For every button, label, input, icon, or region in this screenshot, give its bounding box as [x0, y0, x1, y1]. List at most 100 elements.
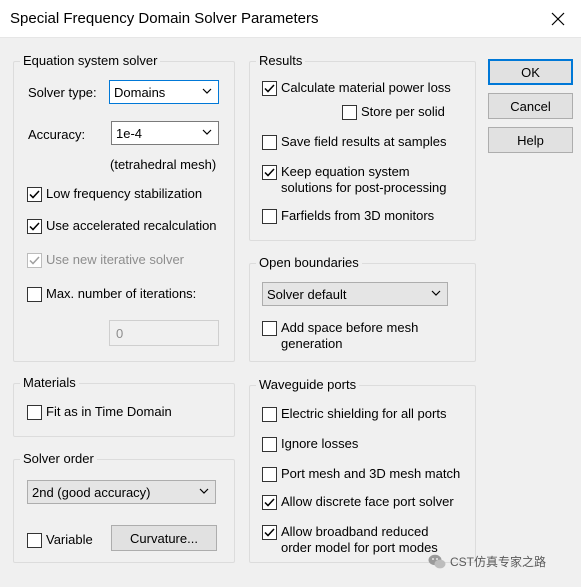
- port-mesh-label: Port mesh and 3D mesh match: [281, 466, 461, 481]
- checkbox-box[interactable]: [262, 437, 277, 452]
- iterative-solver-label: Use new iterative solver: [46, 252, 184, 267]
- help-button-label: Help: [517, 132, 544, 148]
- results-title: Results: [256, 53, 306, 68]
- accuracy-value: 1e-4: [116, 125, 143, 141]
- checkbox-box[interactable]: [262, 81, 277, 96]
- checkmark-icon: [264, 498, 275, 507]
- checkmark-icon: [264, 84, 275, 93]
- chevron-down-icon: [202, 129, 212, 135]
- farfields-label: Farfields from 3D monitors: [281, 208, 435, 223]
- max-iterations-value: 0: [116, 325, 124, 341]
- add-space-line-1: Add space before mesh: [281, 320, 419, 335]
- checkbox-box[interactable]: [27, 405, 42, 420]
- power-loss-checkbox[interactable]: Calculate material power loss: [262, 80, 451, 96]
- checkbox-box[interactable]: [27, 287, 42, 302]
- checkmark-icon: [264, 168, 275, 177]
- checkbox-box[interactable]: [262, 135, 277, 150]
- low-frequency-label: Low frequency stabilization: [46, 186, 203, 201]
- add-space-label: Add space before mesh generation: [281, 320, 418, 352]
- solver-type-select[interactable]: Domains: [109, 80, 219, 104]
- equation-solver-group: Equation system solver: [13, 53, 235, 362]
- checkmark-icon: [29, 256, 40, 265]
- accuracy-label: Accuracy:: [28, 127, 86, 142]
- checkmark-icon: [264, 528, 275, 537]
- open-boundaries-title: Open boundaries: [256, 255, 362, 270]
- materials-title: Materials: [20, 375, 79, 390]
- cancel-button-label: Cancel: [510, 98, 551, 114]
- solver-type-label: Solver type:: [28, 85, 97, 100]
- broadband-line-2: order model for port modes: [281, 540, 438, 555]
- fit-time-domain-label: Fit as in Time Domain: [46, 404, 172, 419]
- checkbox-box[interactable]: [27, 187, 42, 202]
- title-bar: Special Frequency Domain Solver Paramete…: [0, 0, 581, 38]
- max-iterations-input: 0: [109, 320, 219, 346]
- store-per-solid-label: Store per solid: [361, 104, 445, 119]
- max-iterations-checkbox[interactable]: Max. number of iterations:: [27, 286, 196, 302]
- shielding-label: Electric shielding for all ports: [281, 406, 447, 421]
- chevron-down-icon: [431, 290, 441, 296]
- checkbox-box[interactable]: [262, 407, 277, 422]
- keep-solutions-line-1: Keep equation system: [281, 164, 410, 179]
- solver-order-select[interactable]: 2nd (good accuracy): [27, 480, 216, 504]
- store-per-solid-checkbox[interactable]: Store per solid: [342, 104, 445, 120]
- save-field-checkbox[interactable]: Save field results at samples: [262, 134, 446, 150]
- waveguide-ports-title: Waveguide ports: [256, 377, 360, 392]
- checkbox-box: [27, 253, 42, 268]
- power-loss-label: Calculate material power loss: [281, 80, 451, 95]
- checkbox-box[interactable]: [262, 467, 277, 482]
- chevron-down-icon: [202, 88, 212, 94]
- ok-button-label: OK: [521, 64, 540, 80]
- checkbox-box[interactable]: [262, 209, 277, 224]
- broadband-checkbox[interactable]: Allow broadband reduced order model for …: [262, 524, 438, 556]
- fit-time-domain-checkbox[interactable]: Fit as in Time Domain: [27, 404, 172, 420]
- add-space-checkbox[interactable]: Add space before mesh generation: [262, 320, 418, 352]
- curvature-button-label: Curvature...: [130, 530, 198, 546]
- broadband-line-1: Allow broadband reduced: [281, 524, 429, 539]
- cancel-button[interactable]: Cancel: [488, 93, 573, 119]
- keep-solutions-checkbox[interactable]: Keep equation system solutions for post-…: [262, 164, 446, 196]
- iterative-solver-checkbox: Use new iterative solver: [27, 252, 184, 268]
- close-icon: [551, 12, 565, 26]
- farfields-checkbox[interactable]: Farfields from 3D monitors: [262, 208, 434, 224]
- variable-label: Variable: [46, 532, 93, 547]
- keep-solutions-label: Keep equation system solutions for post-…: [281, 164, 446, 196]
- discrete-face-checkbox[interactable]: Allow discrete face port solver: [262, 494, 454, 510]
- add-space-line-2: generation: [281, 336, 343, 351]
- checkbox-box[interactable]: [262, 525, 277, 540]
- checkbox-box[interactable]: [27, 219, 42, 234]
- solver-order-title: Solver order: [20, 451, 97, 466]
- broadband-label: Allow broadband reduced order model for …: [281, 524, 438, 556]
- watermark: CST仿真专家之路: [428, 553, 546, 570]
- port-mesh-checkbox[interactable]: Port mesh and 3D mesh match: [262, 466, 460, 482]
- ignore-losses-checkbox[interactable]: Ignore losses: [262, 436, 358, 452]
- ignore-losses-label: Ignore losses: [281, 436, 359, 451]
- accuracy-note: (tetrahedral mesh): [110, 157, 217, 172]
- accelerated-recalc-checkbox[interactable]: Use accelerated recalculation: [27, 218, 217, 234]
- shielding-checkbox[interactable]: Electric shielding for all ports: [262, 406, 446, 422]
- window-title: Special Frequency Domain Solver Paramete…: [10, 10, 319, 27]
- equation-solver-title: Equation system solver: [20, 53, 161, 68]
- curvature-button[interactable]: Curvature...: [111, 525, 217, 551]
- solver-order-value: 2nd (good accuracy): [32, 484, 151, 500]
- accuracy-select[interactable]: 1e-4: [111, 121, 219, 145]
- max-iterations-label: Max. number of iterations:: [46, 286, 197, 301]
- solver-type-value: Domains: [114, 84, 166, 100]
- keep-solutions-line-2: solutions for post-processing: [281, 180, 447, 195]
- checkbox-box[interactable]: [262, 495, 277, 510]
- watermark-text: CST仿真专家之路: [450, 555, 547, 569]
- variable-checkbox[interactable]: Variable: [27, 532, 93, 548]
- accelerated-recalc-label: Use accelerated recalculation: [46, 218, 217, 233]
- checkbox-box[interactable]: [262, 165, 277, 180]
- help-button[interactable]: Help: [488, 127, 573, 153]
- low-frequency-checkbox[interactable]: Low frequency stabilization: [27, 186, 202, 202]
- close-button[interactable]: [535, 0, 581, 38]
- save-field-label: Save field results at samples: [281, 134, 447, 149]
- wechat-icon: [428, 554, 446, 568]
- checkmark-icon: [29, 222, 40, 231]
- ok-button[interactable]: OK: [488, 59, 573, 85]
- discrete-face-label: Allow discrete face port solver: [281, 494, 454, 509]
- checkbox-box[interactable]: [27, 533, 42, 548]
- checkbox-box[interactable]: [262, 321, 277, 336]
- open-boundaries-select[interactable]: Solver default: [262, 282, 448, 306]
- checkbox-box[interactable]: [342, 105, 357, 120]
